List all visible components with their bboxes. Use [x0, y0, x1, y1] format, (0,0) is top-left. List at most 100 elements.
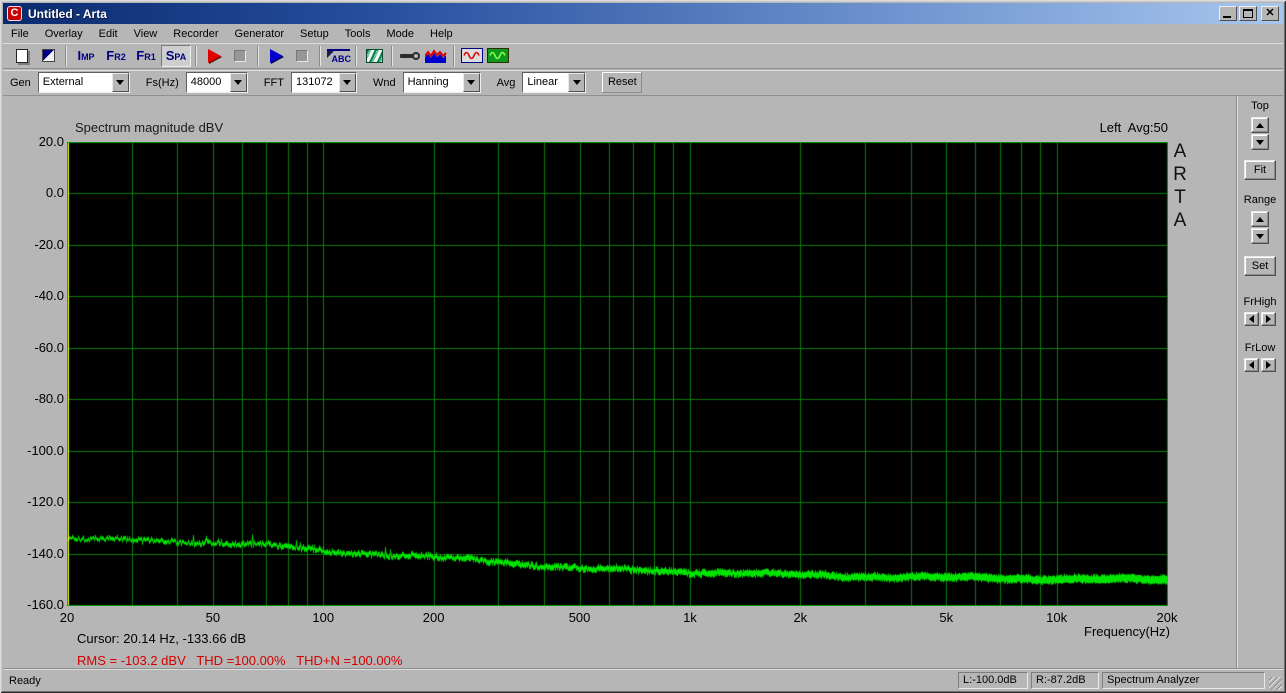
new-file-button[interactable] — [9, 45, 35, 67]
maximize-icon — [1243, 9, 1253, 18]
fs-select[interactable]: 48000 — [185, 72, 248, 93]
spectrum-plot[interactable] — [67, 142, 1168, 606]
diagonal-stripes-icon — [365, 48, 383, 63]
impulse-mode-button[interactable]: IMP — [71, 45, 101, 67]
reset-button[interactable]: Reset — [602, 72, 643, 93]
x-tick-label: 2k — [793, 610, 808, 625]
wnd-select[interactable]: Hanning — [402, 72, 481, 93]
generator-start-button[interactable] — [263, 45, 289, 67]
toolbar-separator — [391, 45, 393, 66]
x-tick-label: 1k — [683, 610, 697, 625]
green-sine-box-icon — [487, 48, 509, 63]
fr1-mode-button[interactable]: FR1 — [131, 45, 161, 67]
x-tick-label: 10k — [1046, 610, 1068, 625]
spectrum-wave-icon — [425, 48, 447, 63]
fr2-mode-button[interactable]: FR2 — [101, 45, 131, 67]
range-down-button[interactable] — [1251, 228, 1269, 244]
gen-select-value: External — [42, 76, 84, 88]
new-file-icon — [16, 48, 28, 63]
plug-icon — [399, 51, 421, 61]
spa-mode-button[interactable]: SPA — [161, 44, 191, 67]
avg-select[interactable]: Linear — [522, 72, 587, 93]
record-stop-button[interactable] — [227, 45, 253, 67]
overlay-button[interactable] — [35, 45, 61, 67]
frhigh-right-button[interactable] — [1261, 312, 1276, 326]
x-tick-label: 50 — [205, 610, 221, 625]
time-bandwidth-button[interactable] — [361, 45, 387, 67]
fft-select[interactable]: 131072 — [290, 72, 357, 93]
chevron-down-icon[interactable] — [111, 73, 129, 92]
menu-item-tools[interactable]: Tools — [337, 26, 379, 42]
avg-select-value: Linear — [527, 76, 558, 88]
frlow-right-button[interactable] — [1261, 358, 1276, 372]
minimize-icon — [1223, 16, 1231, 18]
y-tick-label: -80.0 — [34, 391, 64, 407]
wnd-select-value: Hanning — [407, 76, 449, 88]
chevron-down-icon[interactable] — [229, 73, 247, 92]
arta-letter: A — [1173, 141, 1187, 162]
toolbar-separator — [65, 45, 67, 66]
y-tick-label: 0.0 — [45, 185, 64, 201]
chevron-down-icon[interactable] — [338, 73, 356, 92]
menu-item-help[interactable]: Help — [422, 26, 461, 42]
imp-icon: IMP — [77, 47, 95, 63]
menu-item-generator[interactable]: Generator — [227, 26, 293, 42]
status-right-level: R:-87.2dB — [1031, 672, 1099, 689]
menu-item-recorder[interactable]: Recorder — [165, 26, 226, 42]
scale-panel: Top Fit Range Set FrHigh FrLow — [1236, 96, 1283, 668]
frlow-left-button[interactable] — [1244, 358, 1259, 372]
frhigh-left-button[interactable] — [1244, 312, 1259, 326]
gen-select[interactable]: External — [37, 72, 130, 93]
chevron-down-icon[interactable] — [568, 73, 586, 92]
title-bar[interactable]: C Untitled - Arta ✕ — [3, 3, 1283, 24]
menu-item-file[interactable]: File — [3, 26, 37, 42]
menu-item-mode[interactable]: Mode — [378, 26, 422, 42]
chevron-down-icon[interactable] — [462, 73, 480, 92]
menu-item-view[interactable]: View — [126, 26, 166, 42]
toolbar-separator — [319, 45, 321, 66]
arrow-right-icon — [1266, 315, 1271, 323]
status-left-level: L:-100.0dB — [958, 672, 1028, 689]
settings-bar: Gen External Fs(Hz) 48000 FFT 131072 Wnd… — [3, 70, 1283, 96]
set-button[interactable]: Set — [1244, 256, 1276, 276]
window-title: Untitled - Arta — [28, 6, 107, 21]
x-tick-label: 20k — [1156, 610, 1178, 625]
range-label: Range — [1243, 194, 1277, 206]
menu-item-edit[interactable]: Edit — [91, 26, 126, 42]
range-up-button[interactable] — [1251, 211, 1269, 227]
toolbar-separator — [355, 45, 357, 66]
wnd-label: Wnd — [372, 76, 396, 89]
arta-letter: A — [1173, 210, 1187, 231]
maximize-button[interactable] — [1239, 6, 1257, 21]
resize-grip[interactable] — [1269, 677, 1282, 690]
cursor-readout: Cursor: 20.14 Hz, -133.66 dB — [77, 631, 247, 646]
minimize-button[interactable] — [1219, 6, 1237, 21]
menu-item-overlay[interactable]: Overlay — [37, 26, 91, 42]
arta-letter: T — [1174, 187, 1186, 208]
app-icon: C — [7, 6, 22, 21]
close-icon: ✕ — [1265, 7, 1275, 19]
calibrate-button[interactable] — [397, 45, 423, 67]
overlay-icon — [41, 49, 55, 62]
fr1-icon: FR1 — [136, 47, 156, 63]
spa-icon: SPA — [165, 47, 187, 63]
app-window: C Untitled - Arta ✕ File Overlay Edit Vi… — [0, 0, 1286, 693]
spectrum-analyzer-live-button[interactable] — [485, 45, 511, 67]
record-start-button[interactable] — [201, 45, 227, 67]
close-button[interactable]: ✕ — [1261, 6, 1279, 21]
spectrum-scaling-button[interactable] — [423, 45, 449, 67]
fft-select-value: 131072 — [295, 76, 333, 88]
chart-area: Spectrum magnitude dBV Left Avg:50 20.0 0… — [3, 96, 1236, 668]
fit-button[interactable]: Fit — [1244, 160, 1276, 180]
top-down-button[interactable] — [1251, 134, 1269, 150]
top-up-button[interactable] — [1251, 117, 1269, 133]
record-play-icon — [207, 48, 221, 63]
marker-labels-button[interactable]: ABC — [325, 45, 351, 67]
abc-marker-icon: ABC — [325, 48, 351, 64]
avg-label: Avg — [496, 76, 516, 89]
signal-generator-setup-button[interactable] — [459, 45, 485, 67]
menu-item-setup[interactable]: Setup — [292, 26, 337, 42]
status-bar: Ready L:-100.0dB R:-87.2dB Spectrum Anal… — [3, 668, 1283, 691]
generator-stop-button[interactable] — [289, 45, 315, 67]
arrow-down-icon — [1256, 139, 1264, 145]
